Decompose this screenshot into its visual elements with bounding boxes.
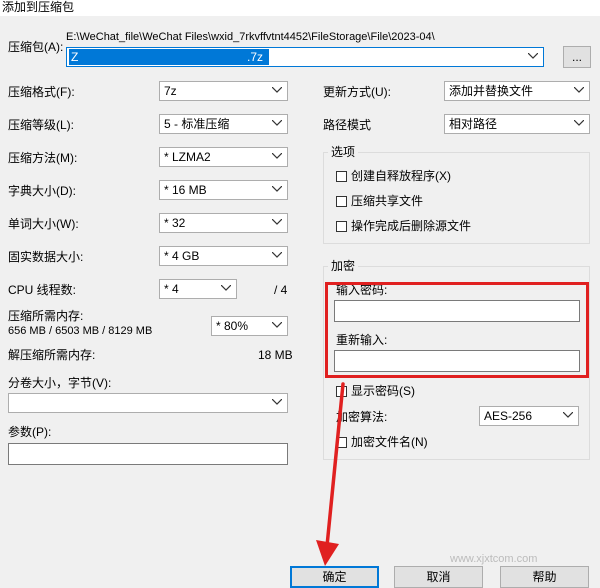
chevron-down-icon	[272, 181, 284, 199]
browse-button[interactable]: ...	[563, 46, 591, 68]
archive-name-selection: Z .7z	[69, 49, 269, 65]
level-select[interactable]: 5 - 标准压缩	[159, 114, 288, 134]
red-arrow-annotation	[316, 382, 345, 566]
memory-detail: 656 MB / 6503 MB / 8129 MB	[8, 325, 153, 337]
shared-checkbox[interactable]: 压缩共享文件	[336, 194, 423, 208]
format-label: 压缩格式(F):	[8, 85, 75, 99]
word-value: * 32	[164, 216, 186, 230]
chevron-down-icon	[574, 82, 586, 100]
pathmode-label: 路径模式	[323, 118, 372, 132]
update-select[interactable]: 添加并替换文件	[444, 81, 590, 101]
decomp-value: 18 MB	[258, 348, 293, 362]
word-label: 单词大小(W):	[8, 217, 79, 231]
solid-select[interactable]: * 4 GB	[159, 246, 288, 266]
chevron-down-icon	[563, 407, 575, 425]
split-label: 分卷大小，字节(V):	[8, 376, 112, 390]
method-value: * LZMA2	[164, 150, 211, 164]
dict-value: * 16 MB	[164, 183, 207, 197]
archive-name-prefix: Z	[71, 50, 79, 64]
split-combo[interactable]	[8, 393, 288, 413]
chevron-down-icon	[272, 82, 284, 100]
chevron-down-icon	[272, 115, 284, 133]
format-value: 7z	[164, 84, 177, 98]
options-title: 选项	[328, 145, 359, 159]
cancel-button[interactable]: 取消	[394, 566, 483, 588]
window-title: 添加到压缩包	[0, 0, 600, 16]
threads-select[interactable]: * 4	[159, 279, 237, 299]
format-select[interactable]: 7z	[159, 81, 288, 101]
archive-label: 压缩包(A):	[8, 40, 64, 54]
encryption-title: 加密	[328, 259, 359, 273]
delete-source-checkbox[interactable]: 操作完成后删除源文件	[336, 219, 471, 233]
method-label: 压缩方法(M):	[8, 151, 78, 165]
memory-value: * 80%	[216, 319, 249, 333]
show-password-label: 显示密码(S)	[351, 384, 415, 398]
update-label: 更新方式(U):	[323, 85, 391, 99]
threads-total: / 4	[274, 283, 288, 297]
checkbox-box[interactable]	[336, 195, 347, 207]
threads-value: * 4	[164, 282, 179, 296]
level-label: 压缩等级(L):	[8, 118, 75, 132]
dict-label: 字典大小(D):	[8, 184, 76, 198]
encryption-method-select[interactable]: AES-256	[479, 406, 579, 426]
delete-source-label: 操作完成后删除源文件	[351, 219, 472, 233]
help-button[interactable]: 帮助	[500, 566, 589, 588]
chevron-down-icon	[272, 317, 284, 335]
solid-label: 固实数据大小:	[8, 250, 84, 264]
archive-name-suffix: .7z	[246, 50, 263, 64]
chevron-down-icon	[272, 148, 284, 166]
chevron-down-icon[interactable]	[528, 48, 540, 66]
checkbox-box[interactable]	[336, 220, 347, 232]
pathmode-value: 相对路径	[449, 117, 498, 131]
method-select[interactable]: * LZMA2	[159, 147, 288, 167]
encrypt-names-label: 加密文件名(N)	[351, 435, 428, 449]
level-value: 5 - 标准压缩	[164, 117, 230, 131]
encryption-method-value: AES-256	[484, 409, 533, 423]
decomp-label: 解压缩所需内存:	[8, 348, 96, 362]
solid-value: * 4 GB	[164, 249, 200, 263]
pathmode-select[interactable]: 相对路径	[444, 114, 590, 134]
ok-button[interactable]: 确定	[290, 566, 379, 588]
sfx-checkbox[interactable]: 创建自释放程序(X)	[336, 169, 451, 183]
chevron-down-icon	[272, 394, 284, 412]
shared-label: 压缩共享文件	[351, 194, 424, 208]
archive-path: E:\WeChat_file\WeChat Files\wxid_7rkvffv…	[66, 31, 435, 43]
params-label: 参数(P):	[8, 425, 52, 439]
checkbox-box[interactable]	[336, 170, 347, 182]
chevron-down-icon	[574, 115, 586, 133]
memory-select[interactable]: * 80%	[211, 316, 288, 336]
word-select[interactable]: * 32	[159, 213, 288, 233]
threads-label: CPU 线程数:	[8, 283, 77, 297]
chevron-down-icon	[221, 280, 233, 298]
highlight-box	[325, 282, 589, 378]
watermark: www.xjxtcom.com	[450, 553, 538, 565]
memory-label: 压缩所需内存:	[8, 309, 84, 323]
chevron-down-icon	[272, 214, 284, 232]
dict-select[interactable]: * 16 MB	[159, 180, 288, 200]
sfx-label: 创建自释放程序(X)	[351, 169, 451, 183]
chevron-down-icon	[272, 247, 284, 265]
params-input[interactable]	[8, 443, 288, 465]
update-value: 添加并替换文件	[449, 84, 534, 98]
archive-name-combo[interactable]: Z .7z	[66, 47, 544, 67]
